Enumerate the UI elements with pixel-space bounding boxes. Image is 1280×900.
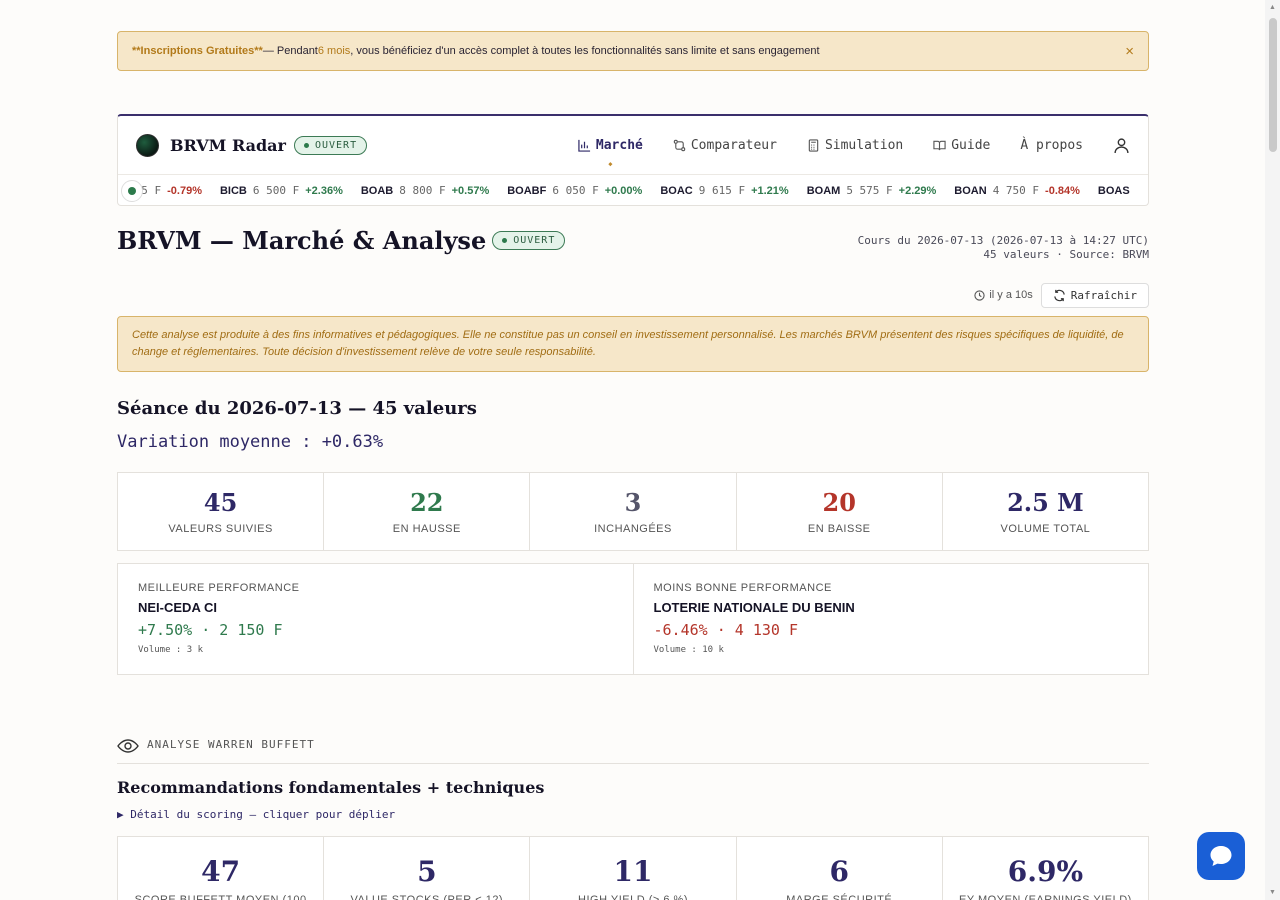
stat-label: VALEURS SUIVIES bbox=[168, 523, 273, 535]
stat-value: 2.5 M bbox=[1007, 488, 1084, 517]
buffett-section-header: ANALYSE WARREN BUFFETT bbox=[117, 738, 1149, 764]
stat-label: HIGH YIELD (> 6 %) bbox=[578, 894, 688, 900]
refresh-icon bbox=[1054, 289, 1065, 301]
main-nav: Marché Comparateur Simulation Guide À pr… bbox=[578, 137, 1130, 154]
seance-title: Séance du 2026-07-13 — 45 valeurs bbox=[117, 398, 477, 419]
book-icon bbox=[933, 140, 946, 150]
stat-label: MARGE SÉCURITÉ bbox=[786, 894, 893, 900]
bar-chart-icon bbox=[578, 139, 590, 152]
disclaimer: Cette analyse est produite à des fins in… bbox=[117, 316, 1149, 372]
stat-card: 3 INCHANGÉES bbox=[530, 473, 737, 550]
stat-label: SCORE BUFFETT MOYEN (100 bbox=[134, 894, 307, 900]
compare-icon bbox=[673, 139, 686, 151]
brand-name[interactable]: BRVM Radar bbox=[170, 136, 286, 155]
stat-value: 5 bbox=[417, 855, 437, 888]
ticker-item[interactable]: BOABF 6 050 F +0.00% bbox=[507, 184, 642, 197]
stat-card: 45 VALEURS SUIVIES bbox=[118, 473, 325, 550]
ticker-item[interactable]: BOAN 4 750 F -0.84% bbox=[954, 184, 1080, 197]
eye-icon bbox=[117, 739, 139, 753]
stat-label: INCHANGÉES bbox=[594, 523, 672, 535]
refresh-button[interactable]: Rafraîchir bbox=[1040, 282, 1149, 308]
stat-label: EN HAUSSE bbox=[392, 523, 461, 535]
promo-banner: **Inscriptions Gratuites** — Pendant 6 m… bbox=[117, 31, 1149, 71]
ticker-item[interactable]: BICB 6 500 F +2.36% bbox=[220, 184, 343, 197]
scrollbar[interactable]: ▲ ▼ bbox=[1265, 0, 1280, 900]
stat-value: 20 bbox=[822, 488, 856, 517]
stat-value: 45 bbox=[203, 488, 238, 517]
stat-card: 6.9% EY MOYEN (EARNINGS YIELD) bbox=[943, 837, 1148, 900]
price-ticker: 125 F -0.79% BICB 6 500 F +2.36% BOAB 8 800 F +… bbox=[118, 174, 1148, 205]
market-stats: 45 VALEURS SUIVIES 22 EN HAUSSE 3 INCHANGÉES 2… bbox=[117, 472, 1149, 551]
stat-card: 6 MARGE SÉCURITÉ bbox=[737, 837, 943, 900]
promo-text1: — Pendant bbox=[262, 45, 318, 57]
data-meta: Cours du 2026-07-13 (2026-07-13 à 14:27 … bbox=[857, 234, 1149, 261]
ticker-item[interactable]: BOAC 9 615 F +1.21% bbox=[660, 184, 788, 197]
buffett-stats: 47 SCORE BUFFETT MOYEN (100 5 VALUE STOCKS … bbox=[117, 836, 1149, 900]
stat-card: 20 EN BAISSE bbox=[737, 473, 943, 550]
stat-label: EN BAISSE bbox=[807, 523, 871, 535]
calculator-icon bbox=[808, 138, 819, 152]
nav-comparateur[interactable]: Comparateur bbox=[673, 138, 777, 153]
stat-card: 22 EN HAUSSE bbox=[324, 473, 531, 550]
chat-icon bbox=[1210, 846, 1232, 866]
nav-apropos[interactable]: À propos bbox=[1020, 138, 1083, 153]
close-icon[interactable]: × bbox=[1125, 43, 1134, 60]
nav-marche[interactable]: Marché bbox=[578, 138, 643, 153]
worst-performance[interactable]: MOINS BONNE PERFORMANCE LOTERIE NATIONAL… bbox=[634, 564, 1149, 674]
stat-card: 11 HIGH YIELD (> 6 %) bbox=[530, 837, 737, 900]
stat-card: 2.5 M VOLUME TOTAL bbox=[943, 473, 1148, 550]
ticker-item[interactable]: BOAM 5 575 F +2.29% bbox=[807, 184, 937, 197]
stat-card: 47 SCORE BUFFETT MOYEN (100 bbox=[118, 837, 325, 900]
promo-duration: 6 mois bbox=[317, 45, 351, 57]
recommendations-title: Recommandations fondamentales + techniqu… bbox=[117, 778, 545, 797]
clock-icon bbox=[974, 289, 985, 301]
stat-card: 5 VALUE STOCKS (PER < 12) bbox=[324, 837, 531, 900]
ticker-pause-icon[interactable] bbox=[121, 180, 143, 202]
page-title: BRVM — Marché & Analyse bbox=[117, 225, 487, 255]
stat-value: 6 bbox=[829, 855, 849, 888]
user-icon[interactable] bbox=[1113, 137, 1130, 154]
stat-value: 22 bbox=[410, 488, 444, 517]
last-updated: il y a 10s bbox=[974, 289, 1033, 301]
stat-value: 11 bbox=[613, 855, 653, 888]
scoring-detail-toggle[interactable]: ▶ Détail du scoring — cliquer pour dépli… bbox=[117, 808, 1149, 821]
performance-panel: MEILLEURE PERFORMANCE NEI-CEDA CI +7.50%… bbox=[117, 563, 1149, 675]
status-badge: OUVERT bbox=[293, 135, 368, 155]
nav-guide[interactable]: Guide bbox=[933, 138, 990, 153]
stat-label: VOLUME TOTAL bbox=[1000, 523, 1091, 535]
stat-value: 47 bbox=[201, 855, 241, 888]
site-header: BRVM Radar OUVERT Marché Comparateur Sim… bbox=[117, 114, 1149, 206]
ticker-item[interactable]: BOAB 8 800 F +0.57% bbox=[361, 184, 489, 197]
ticker-item[interactable]: BOAS bbox=[1098, 185, 1142, 197]
promo-lead: **Inscriptions Gratuites** bbox=[132, 45, 263, 57]
nav-simulation[interactable]: Simulation bbox=[807, 138, 903, 153]
promo-text2: , vous bénéficiez d'un accès complet à t… bbox=[350, 45, 820, 57]
market-status-badge: OUVERT bbox=[492, 230, 566, 250]
logo-icon[interactable] bbox=[136, 133, 159, 157]
chat-button[interactable] bbox=[1197, 832, 1245, 880]
best-performance[interactable]: MEILLEURE PERFORMANCE NEI-CEDA CI +7.50%… bbox=[118, 564, 634, 674]
stat-label: VALUE STOCKS (PER < 12) bbox=[350, 894, 504, 900]
stat-value: 3 bbox=[624, 488, 642, 517]
stat-value: 6.9% bbox=[1007, 855, 1084, 888]
stat-label: EY MOYEN (EARNINGS YIELD) bbox=[958, 894, 1132, 900]
average-variation: Variation moyenne : +0.63% bbox=[117, 432, 384, 452]
